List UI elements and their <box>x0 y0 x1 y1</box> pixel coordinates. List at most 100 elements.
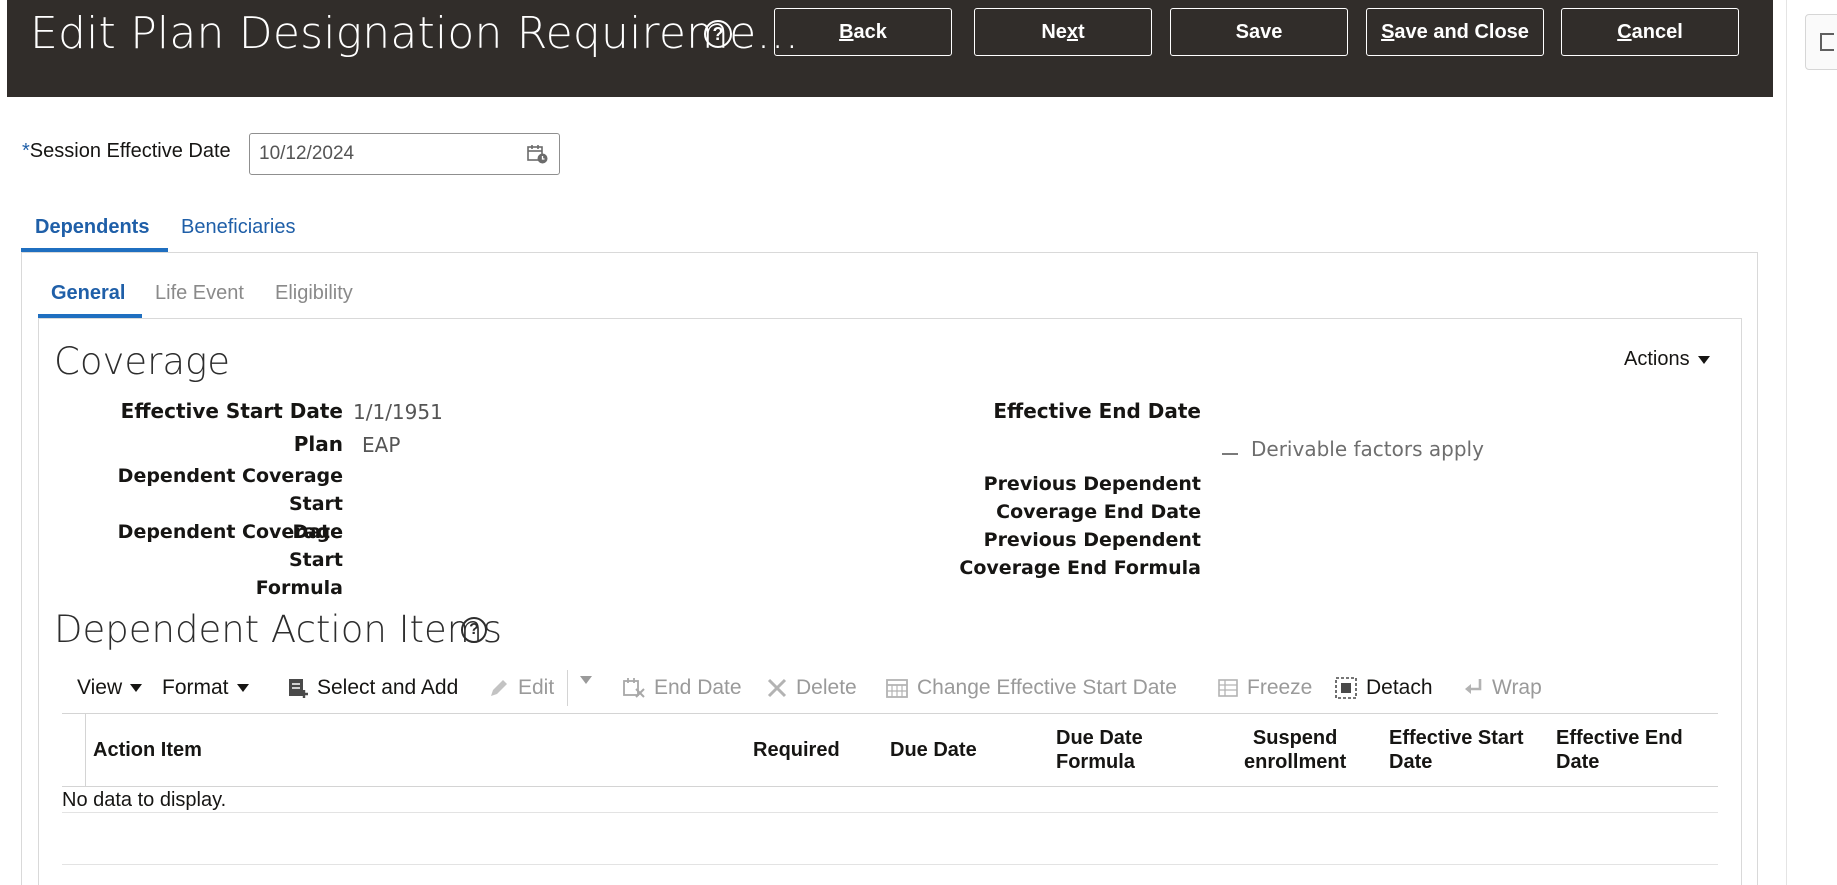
end-date-label: End Date <box>654 676 742 699</box>
list-icon <box>1820 33 1834 51</box>
help-icon[interactable]: ? <box>461 617 487 643</box>
format-label: Format <box>162 676 229 699</box>
empty-grid-message: No data to display. <box>62 789 227 811</box>
column-header-effective-end-date-line1: Effective End <box>1556 727 1683 749</box>
effective-start-date-value: 1/1/1951 <box>353 400 443 424</box>
dependent-coverage-start-date-label-line1: Dependent Coverage Start <box>117 465 343 515</box>
session-effective-date-text: Session Effective Date <box>29 140 231 162</box>
right-panel-divider <box>1786 0 1787 885</box>
session-effective-date-field <box>249 133 560 175</box>
subtab-general[interactable]: General <box>51 282 125 305</box>
tab-beneficiaries[interactable]: Beneficiaries <box>181 216 296 239</box>
previous-dependent-coverage-end-formula-label-line1: Previous Dependent <box>983 529 1201 551</box>
detach-label: Detach <box>1366 676 1433 699</box>
next-button-label-rest: t <box>1078 20 1085 43</box>
save-and-close-button[interactable]: Save and Close <box>1366 8 1544 56</box>
back-button-label: ack <box>853 20 887 43</box>
column-header-effective-start-date-line1: Effective Start <box>1389 727 1524 749</box>
edit-dropdown[interactable] <box>580 676 592 684</box>
cancel-mnemonic: C <box>1617 20 1632 43</box>
next-button-label-pre: Ne <box>1041 20 1067 43</box>
dependent-coverage-start-formula-label-line1: Dependent Coverage Start <box>117 521 343 571</box>
tab-dependents[interactable]: Dependents <box>35 216 149 239</box>
format-menu[interactable]: Format <box>162 676 249 700</box>
calendar-grid-icon <box>886 679 908 698</box>
dependent-action-items-title: Dependent Action Items <box>54 608 503 651</box>
coverage-title: Coverage <box>54 340 230 383</box>
calendar-icon[interactable] <box>527 144 549 164</box>
subtab-life-event[interactable]: Life Event <box>155 282 244 305</box>
freeze-label: Freeze <box>1247 676 1313 699</box>
view-label: View <box>77 676 123 699</box>
dependent-coverage-start-formula-label-line2: Formula <box>255 577 343 599</box>
wrap-button[interactable]: Wrap <box>1462 676 1542 700</box>
next-button[interactable]: Ne x t <box>974 8 1152 56</box>
column-header-suspend-enrollment-line2: enrollment <box>1244 751 1347 773</box>
end-date-icon <box>623 678 645 698</box>
subtab-eligibility[interactable]: Eligibility <box>275 282 353 305</box>
save-and-close-mnemonic: S <box>1381 20 1395 43</box>
detach-icon <box>1335 677 1357 699</box>
toolbar-separator <box>567 670 568 706</box>
previous-dependent-coverage-end-date-label-line1: Previous Dependent <box>983 473 1201 495</box>
view-menu[interactable]: View <box>77 676 143 700</box>
select-and-add-label: Select and Add <box>317 676 459 699</box>
column-header-action-item[interactable]: Action Item <box>93 738 202 762</box>
previous-dependent-coverage-end-formula-label: Previous Dependent Coverage End Formula <box>900 526 1201 582</box>
plan-value: EAP <box>362 433 401 457</box>
cancel-button[interactable]: Cancel <box>1561 8 1739 56</box>
column-header-due-date-formula[interactable]: Due Date Formula <box>1056 726 1143 774</box>
back-button[interactable]: Back <box>774 8 952 56</box>
previous-dependent-coverage-end-formula-label-line2: Coverage End Formula <box>959 557 1201 579</box>
required-marker: * <box>22 140 30 162</box>
grid-top-border <box>62 713 1718 714</box>
column-header-suspend-enrollment[interactable]: Suspend enrollment <box>1244 726 1346 774</box>
cancel-label: ancel <box>1631 20 1683 43</box>
grid-row-border <box>62 812 1718 813</box>
effective-start-date-label: Effective Start Date <box>120 399 343 423</box>
pencil-icon <box>491 680 507 696</box>
panel-drawer-button[interactable] <box>1805 14 1837 70</box>
wrap-label: Wrap <box>1492 676 1542 699</box>
column-header-effective-end-date[interactable]: Effective End Date <box>1556 726 1683 774</box>
save-and-close-label: ave and Close <box>1394 20 1529 43</box>
column-header-effective-end-date-line2: Date <box>1556 751 1600 773</box>
actions-menu[interactable]: Actions <box>1624 348 1710 371</box>
save-button[interactable]: Save <box>1170 8 1348 56</box>
dash-indicator <box>1222 453 1238 455</box>
plan-label: Plan <box>293 432 343 456</box>
back-button-mnemonic: B <box>839 20 854 43</box>
help-icon[interactable]: ? <box>704 20 732 48</box>
chevron-down-icon <box>1697 355 1710 364</box>
previous-dependent-coverage-end-date-label-line2: Coverage End Date <box>996 501 1201 523</box>
grid-row-header-border <box>85 714 86 786</box>
wrap-icon <box>1465 679 1482 694</box>
change-effective-start-date-label: Change Effective Start Date <box>917 676 1177 699</box>
detach-button[interactable]: Detach <box>1334 676 1433 700</box>
grid-bottom-border <box>62 864 1718 865</box>
select-and-add-icon <box>289 679 308 698</box>
select-and-add-button[interactable]: Select and Add <box>287 676 458 700</box>
session-effective-date-label: *Session Effective Date <box>22 140 231 163</box>
change-effective-start-date-button[interactable]: Change Effective Start Date <box>885 676 1177 700</box>
session-effective-date-input[interactable] <box>259 143 509 165</box>
edit-label: Edit <box>518 676 555 699</box>
chevron-down-icon <box>580 676 592 684</box>
column-header-required[interactable]: Required <box>753 738 840 762</box>
previous-dependent-coverage-end-date-label: Previous Dependent Coverage End Date <box>900 470 1201 526</box>
chevron-down-icon <box>236 684 249 692</box>
column-header-due-date[interactable]: Due Date <box>890 738 977 762</box>
column-header-suspend-enrollment-line1: Suspend <box>1252 727 1338 749</box>
column-header-effective-start-date[interactable]: Effective Start Date <box>1389 726 1524 774</box>
end-date-button[interactable]: End Date <box>622 676 742 700</box>
derivable-factors-text: Derivable factors apply <box>1251 437 1484 461</box>
freeze-icon <box>1218 679 1238 697</box>
dependent-coverage-start-formula-label: Dependent Coverage Start Formula <box>60 518 343 602</box>
freeze-button[interactable]: Freeze <box>1217 676 1312 700</box>
page-header: Edit Plan Designation Requireme... ? Bac… <box>7 0 1773 97</box>
column-header-due-date-formula-line1: Due Date <box>1056 727 1143 749</box>
page-title: Edit Plan Designation Requireme... <box>30 8 800 59</box>
edit-button[interactable]: Edit <box>488 676 554 700</box>
next-button-mnemonic: x <box>1066 20 1079 43</box>
delete-button[interactable]: Delete <box>766 676 857 700</box>
